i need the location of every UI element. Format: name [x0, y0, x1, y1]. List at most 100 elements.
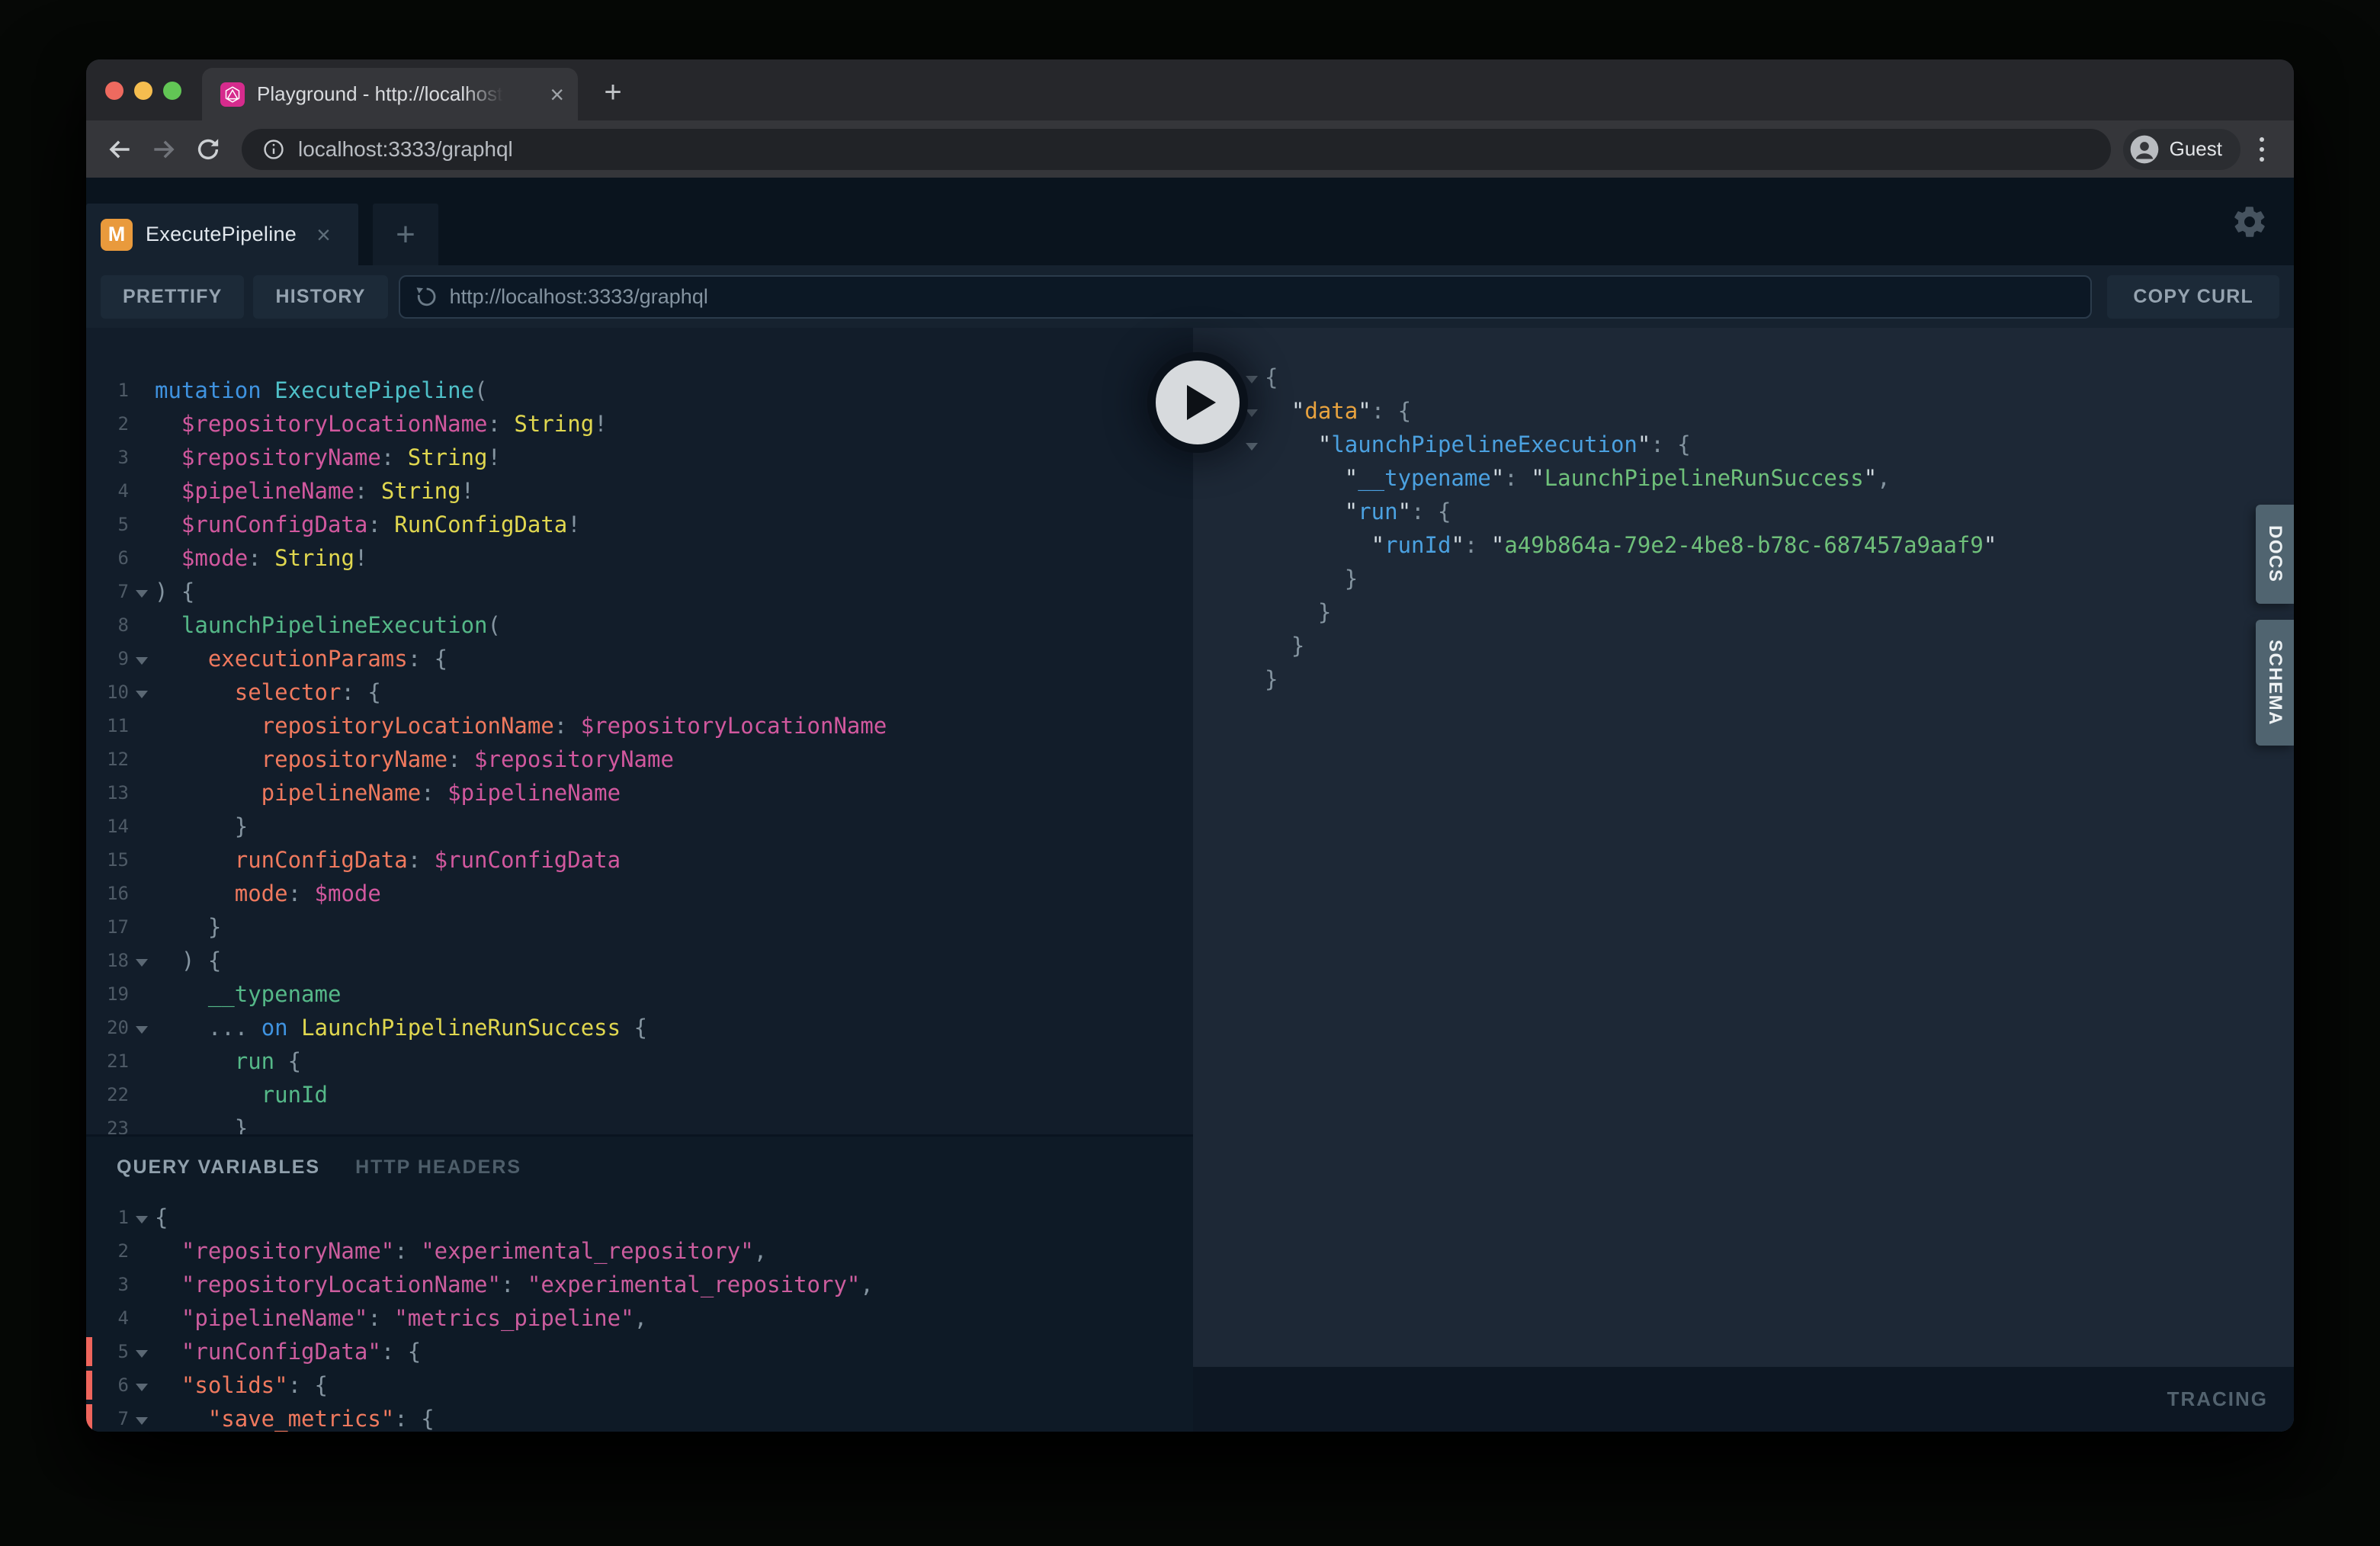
code-line: 4 "pipelineName": "metrics_pipeline", [92, 1301, 1193, 1335]
code-line: 10 selector: { [92, 675, 1193, 709]
line-number: 3 [92, 447, 129, 468]
code-text: } [1265, 666, 1278, 692]
tab-query-variables[interactable]: QUERY VARIABLES [117, 1156, 320, 1179]
code-line: 13 pipelineName: $pipelineName [92, 776, 1193, 810]
code-line: 6 $mode: String! [92, 541, 1193, 575]
code-text: "pipelineName": "metrics_pipeline", [155, 1305, 647, 1331]
new-playground-tab-button[interactable]: + [373, 204, 438, 265]
line-number: 2 [92, 1240, 129, 1262]
code-line: 14 } [92, 810, 1193, 843]
back-button[interactable] [103, 133, 136, 166]
code-line: 19 __typename [92, 977, 1193, 1011]
url-bar[interactable]: localhost:3333/graphql [242, 129, 2111, 170]
code-text: launchPipelineExecution( [155, 612, 501, 638]
fold-arrow-icon[interactable] [129, 954, 155, 967]
code-line: 5 "runConfigData": { [92, 1335, 1193, 1368]
minimize-window-button[interactable] [134, 82, 152, 100]
fold-spacer [129, 992, 155, 996]
schema-tab[interactable]: SCHEMA [2256, 620, 2294, 746]
code-text: runId [155, 1082, 328, 1108]
mutation-badge: M [101, 219, 133, 251]
line-number: 7 [92, 1408, 129, 1429]
fold-spacer [129, 1249, 155, 1253]
fold-arrow-icon[interactable] [129, 686, 155, 698]
docs-tab[interactable]: DOCS [2256, 505, 2294, 604]
tracing-toggle[interactable]: TRACING [1193, 1367, 2294, 1432]
browser-tab-strip: Playground - http://localhost:3 × + [86, 59, 2294, 120]
code-text: runConfigData: $runConfigData [155, 847, 621, 873]
copy-curl-button[interactable]: COPY CURL [2107, 275, 2279, 319]
endpoint-input[interactable]: http://localhost:3333/graphql [399, 275, 2093, 319]
code-text: $mode: String! [155, 545, 367, 571]
info-icon[interactable] [261, 137, 286, 162]
code-line: 2 $repositoryLocationName: String! [92, 407, 1193, 441]
settings-button[interactable] [2231, 204, 2268, 240]
tab-http-headers[interactable]: HTTP HEADERS [355, 1156, 521, 1179]
query-pane: 1mutation ExecutePipeline(2 $repositoryL… [86, 328, 1193, 1432]
fold-arrow-icon[interactable] [129, 653, 155, 665]
playground-tab-title: ExecutePipeline [146, 223, 297, 246]
fold-spacer [129, 489, 155, 493]
browser-tab[interactable]: Playground - http://localhost:3 × [202, 68, 578, 120]
code-text: $repositoryLocationName: String! [155, 411, 608, 437]
fold-arrow-icon[interactable] [129, 1022, 155, 1034]
profile-chip[interactable]: Guest [2123, 129, 2240, 170]
history-button[interactable]: HISTORY [253, 275, 387, 319]
playground-tab-executepipeline[interactable]: M ExecutePipeline × [86, 204, 358, 265]
execute-query-button[interactable] [1147, 352, 1248, 453]
fold-spacer [129, 723, 155, 728]
code-text: { [1265, 364, 1278, 390]
code-line: "__typename": "LaunchPipelineRunSuccess"… [1193, 461, 2294, 495]
prettify-button[interactable]: PRETTIFY [101, 275, 244, 319]
line-number: 5 [92, 514, 129, 535]
variables-editor[interactable]: 1{2 "repositoryName": "experimental_repo… [86, 1201, 1193, 1432]
fold-spacer [129, 1059, 155, 1063]
code-line: 9 executionParams: { [92, 642, 1193, 675]
line-number: 15 [92, 849, 129, 871]
line-number: 3 [92, 1274, 129, 1295]
fold-spacer [1239, 543, 1265, 547]
fold-arrow-icon[interactable] [129, 1413, 155, 1425]
code-text: } [155, 1115, 248, 1134]
line-number: 18 [92, 950, 129, 971]
query-editor[interactable]: 1mutation ExecutePipeline(2 $repositoryL… [86, 328, 1193, 1134]
code-text: executionParams: { [155, 646, 447, 672]
browser-menu-button[interactable] [2247, 133, 2277, 166]
play-icon [1187, 385, 1216, 420]
fold-arrow-icon[interactable] [129, 1346, 155, 1358]
code-text: } [1265, 633, 1304, 659]
code-line: } [1193, 595, 2294, 629]
code-line: } [1193, 562, 2294, 595]
fold-spacer [129, 791, 155, 795]
graphql-favicon-icon [220, 82, 245, 107]
new-browser-tab-button[interactable]: + [595, 75, 630, 110]
line-number: 7 [92, 581, 129, 602]
reload-button[interactable] [191, 133, 225, 166]
code-line: 23 } [92, 1111, 1193, 1134]
fold-spacer [129, 1316, 155, 1320]
fold-arrow-icon[interactable] [129, 1379, 155, 1391]
line-number: 14 [92, 816, 129, 837]
code-text: mode: $mode [155, 880, 381, 906]
code-line: 18 ) { [92, 944, 1193, 977]
fold-spacer [129, 455, 155, 460]
code-text: __typename [155, 981, 341, 1007]
fold-arrow-icon[interactable] [1239, 438, 1265, 451]
gear-icon [2231, 204, 2268, 240]
playground-tab-close-icon[interactable]: × [316, 223, 331, 247]
line-number: 12 [92, 749, 129, 770]
close-window-button[interactable] [105, 82, 123, 100]
browser-tab-close-icon[interactable]: × [550, 82, 564, 107]
code-line: 21 run { [92, 1044, 1193, 1078]
code-text: repositoryName: $repositoryName [155, 746, 674, 772]
fold-arrow-icon[interactable] [129, 585, 155, 598]
zoom-window-button[interactable] [163, 82, 181, 100]
fold-arrow-icon[interactable] [129, 1211, 155, 1224]
code-line: 3 $repositoryName: String! [92, 441, 1193, 474]
fold-spacer [1239, 677, 1265, 682]
forward-button[interactable] [147, 133, 181, 166]
kebab-menu-icon [2260, 137, 2264, 142]
code-line: 17 } [92, 910, 1193, 944]
line-number: 6 [92, 547, 129, 569]
fold-spacer [1239, 476, 1265, 480]
